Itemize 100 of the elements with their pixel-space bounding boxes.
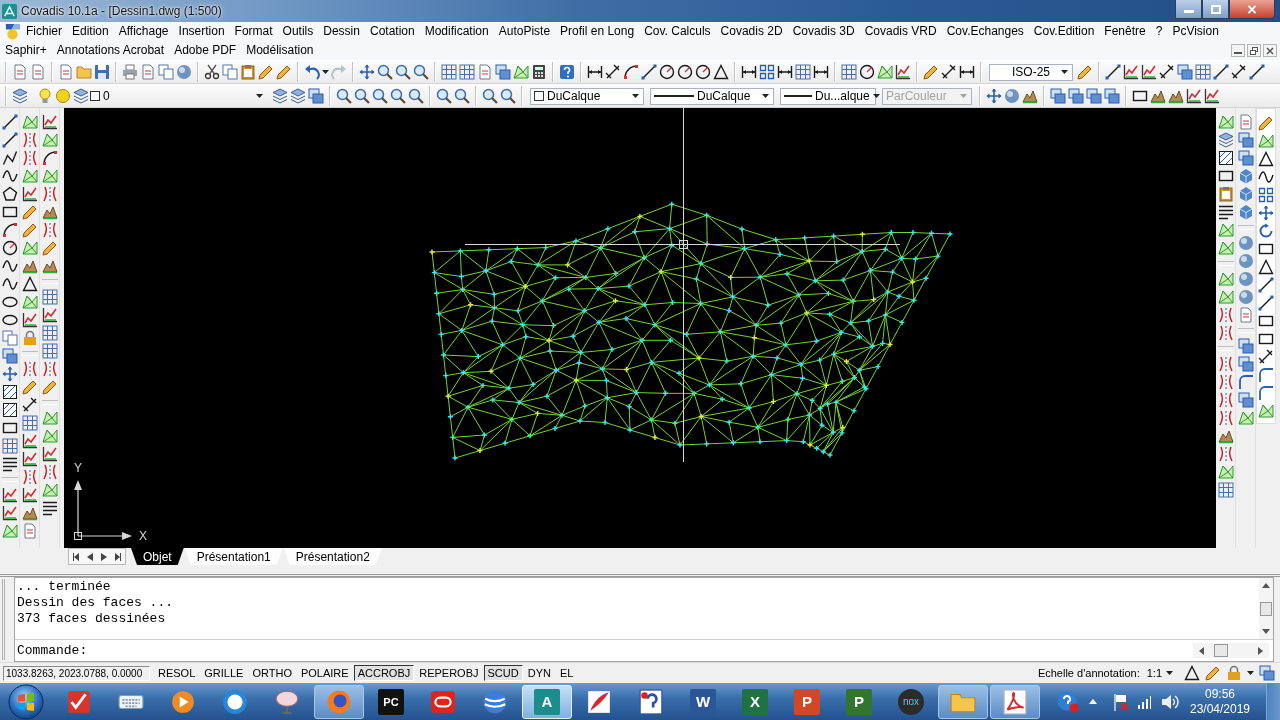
start-button[interactable] (8, 683, 44, 720)
menu-item[interactable]: Modification (419, 23, 494, 40)
dimension-style-dropdown[interactable]: ISO-25 (989, 63, 1073, 81)
rectangle-icon[interactable] (1258, 331, 1274, 347)
spline-icon[interactable] (1, 168, 18, 184)
magnifier-icon[interactable] (336, 88, 352, 104)
mesh-icon[interactable] (1258, 403, 1274, 419)
stacked-windows-icon[interactable] (1050, 88, 1066, 104)
road-icon[interactable] (1217, 356, 1234, 372)
grid-icon[interactable] (1217, 482, 1234, 498)
profile-chart-icon[interactable] (21, 186, 38, 202)
pencil-icon[interactable] (923, 64, 939, 80)
help-icon[interactable] (559, 64, 575, 80)
linetype-dropdown[interactable]: DuCalque (650, 87, 774, 105)
circle-icon[interactable] (695, 64, 711, 80)
road-icon[interactable] (1217, 374, 1234, 390)
road-icon[interactable] (41, 361, 58, 377)
road-icon[interactable] (21, 469, 38, 485)
taskbar-app-button[interactable]: W (678, 684, 728, 719)
taskbar-app-button[interactable] (990, 684, 1040, 719)
undo-arrow-icon[interactable] (304, 64, 320, 80)
copy-icon[interactable] (158, 64, 174, 80)
menu-item[interactable]: Fenêtre (1099, 23, 1151, 40)
pencil-icon[interactable] (21, 379, 38, 395)
page-icon[interactable] (140, 64, 156, 80)
aligned-dimension-icon[interactable] (605, 64, 621, 80)
scrollbar[interactable] (1193, 643, 1269, 659)
grid-icon[interactable] (1195, 64, 1211, 80)
mesh-icon[interactable] (1237, 410, 1254, 426)
road-icon[interactable] (1217, 392, 1234, 408)
layers-icon[interactable] (290, 88, 306, 104)
dimension-icon[interactable] (959, 64, 975, 80)
page-icon[interactable] (58, 64, 74, 80)
mesh-icon[interactable] (1217, 240, 1234, 256)
stacked-windows-icon[interactable] (1237, 338, 1254, 354)
rotate-icon[interactable] (1258, 223, 1274, 239)
padlock-icon[interactable] (1226, 665, 1242, 681)
triangle-icon[interactable] (1184, 665, 1200, 681)
hatch-icon[interactable] (1, 384, 18, 400)
minimize-button[interactable] (1175, 0, 1202, 19)
pencil-icon[interactable] (258, 64, 274, 80)
magnifier-icon[interactable] (436, 88, 452, 104)
rectangle-icon[interactable] (1, 204, 18, 220)
menu-item[interactable]: Dessin (318, 23, 365, 40)
aligned-dimension-icon[interactable] (1258, 349, 1274, 365)
color-dropdown[interactable]: DuCalque (530, 87, 644, 105)
terrain-icon[interactable] (41, 258, 58, 274)
profile-chart-icon[interactable] (1141, 64, 1157, 80)
page-icon[interactable] (12, 64, 28, 80)
dimension-icon[interactable] (813, 64, 829, 80)
magnifier-icon[interactable] (354, 88, 370, 104)
magnifier-icon[interactable] (395, 64, 411, 80)
fillet-icon[interactable] (1237, 374, 1254, 390)
taskbar-app-button[interactable] (314, 684, 364, 719)
close-button[interactable] (1229, 0, 1275, 19)
stacked-windows-icon[interactable] (1, 348, 18, 364)
grid-icon[interactable] (41, 325, 58, 341)
magnifier-icon[interactable] (500, 88, 516, 104)
status-toggle[interactable]: ORTHO (248, 665, 296, 681)
flag-icon[interactable] (1113, 692, 1129, 711)
profile-chart-icon[interactable] (1186, 88, 1202, 104)
aligned-dimension-icon[interactable] (1159, 64, 1175, 80)
mesh-icon[interactable] (1217, 114, 1234, 130)
rectangle-icon[interactable] (1258, 241, 1274, 257)
status-toggle[interactable]: EL (555, 665, 578, 681)
layer-dropdown[interactable]: 0 (32, 87, 268, 105)
layout-tab[interactable]: Présentation1 (184, 548, 283, 565)
line-icon[interactable] (1258, 295, 1274, 311)
grid-icon[interactable] (841, 64, 857, 80)
rectangle-icon[interactable] (1132, 88, 1148, 104)
speaker-icon[interactable] (1161, 693, 1179, 710)
restore-button[interactable] (1247, 44, 1261, 57)
dimension-icon[interactable] (587, 64, 603, 80)
pencil-icon[interactable] (41, 240, 58, 256)
profile-chart-icon[interactable] (41, 307, 58, 323)
grid-icon[interactable] (441, 64, 457, 80)
line-icon[interactable] (1249, 64, 1265, 80)
menu-item[interactable]: Fichier (21, 23, 67, 40)
profile-chart-icon[interactable] (1, 487, 18, 503)
pencil-icon[interactable] (21, 222, 38, 238)
pencil-icon[interactable] (1077, 64, 1093, 80)
mesh-icon[interactable] (1258, 133, 1274, 149)
pencil-icon[interactable] (1258, 115, 1274, 131)
clipboard-icon[interactable] (1217, 186, 1234, 202)
taskbar-app-button[interactable]: nox (886, 684, 936, 719)
triangle-icon[interactable] (21, 276, 38, 292)
line-icon[interactable] (641, 64, 657, 80)
app-icon[interactable] (4, 23, 21, 40)
page-icon[interactable] (477, 64, 493, 80)
stacked-windows-icon[interactable] (1237, 132, 1254, 148)
rectangle-icon[interactable] (1217, 168, 1234, 184)
menu-item[interactable]: Affichage (113, 23, 174, 40)
signal-bars-icon[interactable] (1137, 694, 1151, 709)
close-button[interactable] (1263, 44, 1277, 57)
rectangle-icon[interactable] (1, 420, 18, 436)
triangle-down-icon[interactable] (1262, 629, 1270, 635)
triangle-right-icon[interactable] (1258, 646, 1263, 655)
status-toggle[interactable]: RESOL (154, 665, 200, 681)
status-toggle[interactable]: ACCROBJ (353, 665, 415, 681)
app-icon[interactable] (2, 3, 17, 19)
